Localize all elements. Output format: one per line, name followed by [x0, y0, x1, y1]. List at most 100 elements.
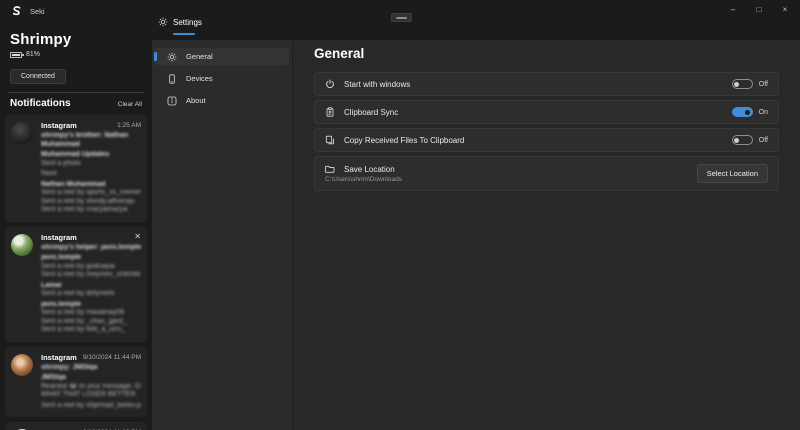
notification-line: shrimpy's helper: javis.temple: [41, 244, 141, 253]
notification-line: Sent a reel by masamay06: [41, 309, 141, 318]
notification-line: shrimpy: JMStqa: [41, 364, 141, 373]
connection-status-badge[interactable]: Connected: [10, 69, 66, 84]
selected-indicator: [154, 52, 157, 61]
notification-line: Sent a reel by meymes_unlimited: [41, 271, 141, 280]
page-title: General: [314, 46, 779, 61]
select-location-button[interactable]: Select Location: [697, 164, 768, 183]
battery-status: 81%: [10, 51, 142, 58]
toggle-start-with-windows[interactable]: [732, 79, 753, 89]
notification-line: shrimpy's brother: Nathan: [41, 132, 141, 141]
folder-icon: [325, 164, 335, 174]
notification-app-name: Instagram: [41, 121, 77, 130]
gear-icon: [158, 17, 168, 27]
toggle-copy-received-files-to-clipboard[interactable]: [732, 135, 753, 145]
notification-card[interactable]: Instagram ✕ shrimpy's helper: javis.temple…: [5, 227, 147, 342]
close-icon[interactable]: ✕: [134, 233, 141, 241]
maximize-button[interactable]: □: [746, 0, 772, 18]
power-icon: [325, 79, 335, 89]
notification-line: Sent a reel by godnayia: [41, 263, 141, 272]
close-button[interactable]: ×: [772, 0, 798, 18]
smartphone-icon: [167, 74, 177, 84]
notification-line: JMStqa: [41, 374, 141, 383]
app-window: Seki – □ × Shrimpy 81% Connected Notific…: [0, 0, 800, 430]
notification-line: javis.temple: [41, 301, 141, 310]
toggle-state-label: On: [759, 109, 768, 116]
notification-body: Instagram1:25 AMshrimpy's brother: Natha…: [41, 121, 141, 215]
device-sidebar: Shrimpy 81% Connected Notifications Clea…: [0, 24, 152, 430]
nav-item-label: About: [186, 96, 206, 105]
notification-app-name: Instagram: [41, 233, 77, 242]
setting-label-block: Start with windows: [325, 79, 410, 89]
gear-icon: [167, 52, 177, 62]
notification-line: Sent a reel by fekt_a_urru_: [41, 326, 141, 335]
notifications-header: Notifications Clear All: [10, 98, 142, 109]
notification-line: javis.temple: [41, 254, 141, 263]
setting-label-block: Clipboard Sync: [325, 107, 398, 117]
setting-label-block: Save LocationC:\Users\shrim\Downloads: [325, 164, 402, 183]
toggle-state-label: Off: [759, 137, 768, 144]
notification-line: Reacted 😂 to your message: OMG: [41, 383, 141, 392]
notification-line: Lamar: [41, 282, 141, 291]
notifications-title: Notifications: [10, 98, 71, 109]
clear-all-button[interactable]: Clear All: [118, 101, 142, 108]
notification-card[interactable]: Instagram1:25 AMshrimpy's brother: Natha…: [5, 115, 147, 222]
settings-rows: Start with windows Off Clipboard Sync On Cop…: [314, 72, 779, 191]
copy-icon: [325, 135, 335, 145]
notification-line: Muhammad: [41, 141, 141, 150]
nav-item-label: Devices: [186, 74, 213, 83]
notification-line: Sent a reel by crazyamazya: [41, 206, 141, 215]
toggle-state-label: Off: [759, 81, 768, 88]
setting-control: Off: [732, 135, 768, 145]
avatar: [11, 234, 33, 256]
notification-card[interactable]: Instagram 9/10/2024 11:44 PM shrimpy: JMSt…: [5, 347, 147, 418]
titlebar: Seki – □ ×: [0, 0, 800, 24]
sidebar-item-devices[interactable]: Devices: [154, 70, 289, 87]
notification-line: WHAT THAT LOSER BETTER: [41, 391, 141, 400]
setting-label-block: Copy Received Files To Clipboard: [325, 135, 464, 145]
toggle-knob: [745, 110, 750, 115]
sidebar-item-about[interactable]: About: [154, 92, 289, 109]
notification-line: Nathan Muhammad: [41, 181, 141, 190]
setting-row: Save LocationC:\Users\shrim\Downloads Sel…: [314, 156, 779, 191]
setting-row: Copy Received Files To Clipboard Off: [314, 128, 779, 152]
toggle-clipboard-sync[interactable]: [732, 107, 753, 117]
toggle-knob: [734, 138, 739, 143]
notification-line: Sent a reel by shprmad_believ.pm_: [41, 402, 141, 411]
notification-line: Sent a photo: [41, 160, 141, 169]
notification-line: Sent a reel by sports_vs_memes: [41, 189, 141, 198]
setting-control: On: [732, 107, 768, 117]
sidebar-divider: [8, 92, 144, 93]
minimize-button[interactable]: –: [720, 0, 746, 18]
settings-tab-indicator: [173, 33, 195, 35]
setting-control: Off: [732, 79, 768, 89]
info-icon: [167, 96, 177, 106]
notification-body: Instagram 9/10/2024 11:44 PM shrimpy: JMSt…: [41, 353, 141, 411]
device-name: Shrimpy: [10, 31, 142, 48]
pill-dash-icon: [396, 17, 407, 19]
notification-line: Sent a reel by dirtyreels: [41, 290, 141, 299]
notification-timestamp: 9/10/2024 11:44 PM: [83, 354, 141, 361]
notification-line: Sent a reel by shindy.affnerajs: [41, 198, 141, 207]
battery-icon: [10, 52, 22, 58]
window-controls: – □ ×: [720, 0, 798, 18]
window-title: Seki: [30, 7, 45, 16]
titlebar-pill[interactable]: [391, 13, 412, 22]
nav-item-label: General: [186, 52, 213, 61]
settings-nav-list: General Devices About: [152, 48, 292, 109]
settings-main-panel: General Start with windows Off Clipboard S…: [292, 40, 800, 430]
settings-nav-panel: General Devices About: [152, 40, 292, 430]
settings-tab-label: Settings: [173, 18, 202, 27]
notification-line: Nasir: [41, 170, 141, 179]
notification-app-name: Instagram: [41, 353, 77, 362]
save-location-path: C:\Users\shrim\Downloads: [325, 176, 402, 183]
avatar: [11, 354, 33, 376]
setting-control: Select Location: [697, 164, 768, 183]
battery-percent: 81%: [26, 51, 40, 58]
setting-label: Clipboard Sync: [344, 108, 398, 117]
notification-list: Instagram1:25 AMshrimpy's brother: Natha…: [5, 115, 147, 430]
sidebar-item-general[interactable]: General: [154, 48, 289, 65]
setting-label: Copy Received Files To Clipboard: [344, 136, 464, 145]
setting-label: Start with windows: [344, 80, 410, 89]
notification-card[interactable]: Instagram9/10/2024 11:10 PMshrimpy: javi…: [5, 422, 147, 430]
tab-settings[interactable]: Settings: [158, 17, 202, 27]
